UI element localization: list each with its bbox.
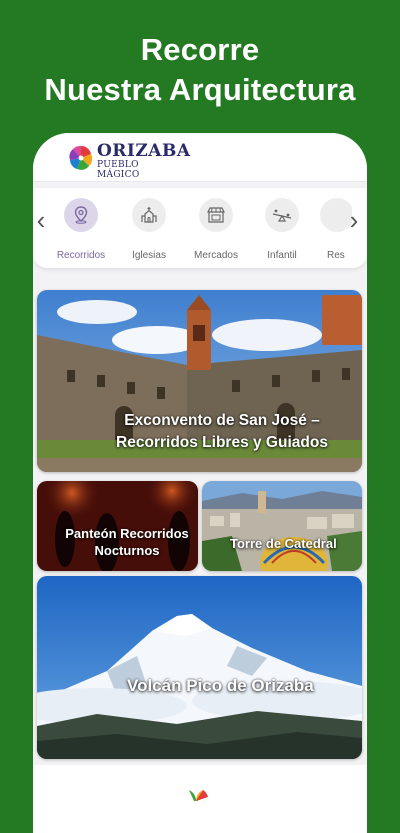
- pinwheel-logo-icon: [189, 790, 208, 801]
- card-title: Torre de Catedral: [230, 536, 337, 551]
- category-recorridos[interactable]: Recorridos: [50, 198, 112, 261]
- category-mercados[interactable]: Mercados: [185, 198, 247, 261]
- card-title: Panteón Recorridos Nocturnos: [65, 526, 189, 558]
- pinwheel-logo-icon: [69, 145, 93, 170]
- category-label: Recorridos: [56, 250, 106, 261]
- category-label: Res: [327, 250, 345, 261]
- card-exconvento[interactable]: Exconvento de San José – Recorridos Libr…: [37, 290, 362, 472]
- catedral-photo: [202, 481, 362, 571]
- card-torre-catedral[interactable]: Torre de Catedral: [202, 481, 362, 571]
- card-title: Exconvento de San José – Recorridos Libr…: [116, 412, 328, 451]
- chevron-left-icon[interactable]: ‹: [33, 206, 51, 234]
- app-header: ORIZABA PUEBLO MÁGICO: [33, 133, 367, 182]
- bottom-logo-strip: [33, 765, 367, 833]
- market-icon: [207, 207, 225, 223]
- church-icon: [141, 207, 157, 223]
- category-label: Mercados: [194, 250, 238, 261]
- headline-line-1: Recorre: [140, 32, 260, 67]
- card-volcan[interactable]: Volcán Pico de Orizaba: [37, 576, 362, 759]
- category-label: Iglesias: [132, 250, 166, 261]
- map-pin-icon: [74, 206, 88, 224]
- orizaba-logo: ORIZABA PUEBLO MÁGICO: [67, 141, 190, 180]
- card-panteon[interactable]: Panteón Recorridos Nocturnos: [37, 481, 198, 571]
- headline-line-2: Nuestra Arquitectura: [44, 72, 356, 107]
- category-infantil[interactable]: Infantil: [251, 198, 313, 261]
- volcan-photo: [37, 576, 362, 759]
- chevron-right-icon[interactable]: ›: [344, 206, 364, 234]
- logo-subtitle: PUEBLO MÁGICO: [97, 160, 140, 180]
- category-label: Infantil: [267, 250, 297, 261]
- category-iglesias[interactable]: Iglesias: [118, 198, 180, 261]
- logo-title: ORIZABA: [97, 141, 191, 161]
- category-bar: ‹ Recorridos Iglesias Mercados Infantil …: [33, 188, 367, 268]
- seesaw-icon: [272, 209, 292, 222]
- phone-screen: ORIZABA PUEBLO MÁGICO ‹ Recorridos Igles…: [33, 133, 367, 833]
- promo-headline: Recorre Nuestra Arquitectura: [0, 30, 400, 110]
- card-title: Volcán Pico de Orizaba: [127, 676, 314, 695]
